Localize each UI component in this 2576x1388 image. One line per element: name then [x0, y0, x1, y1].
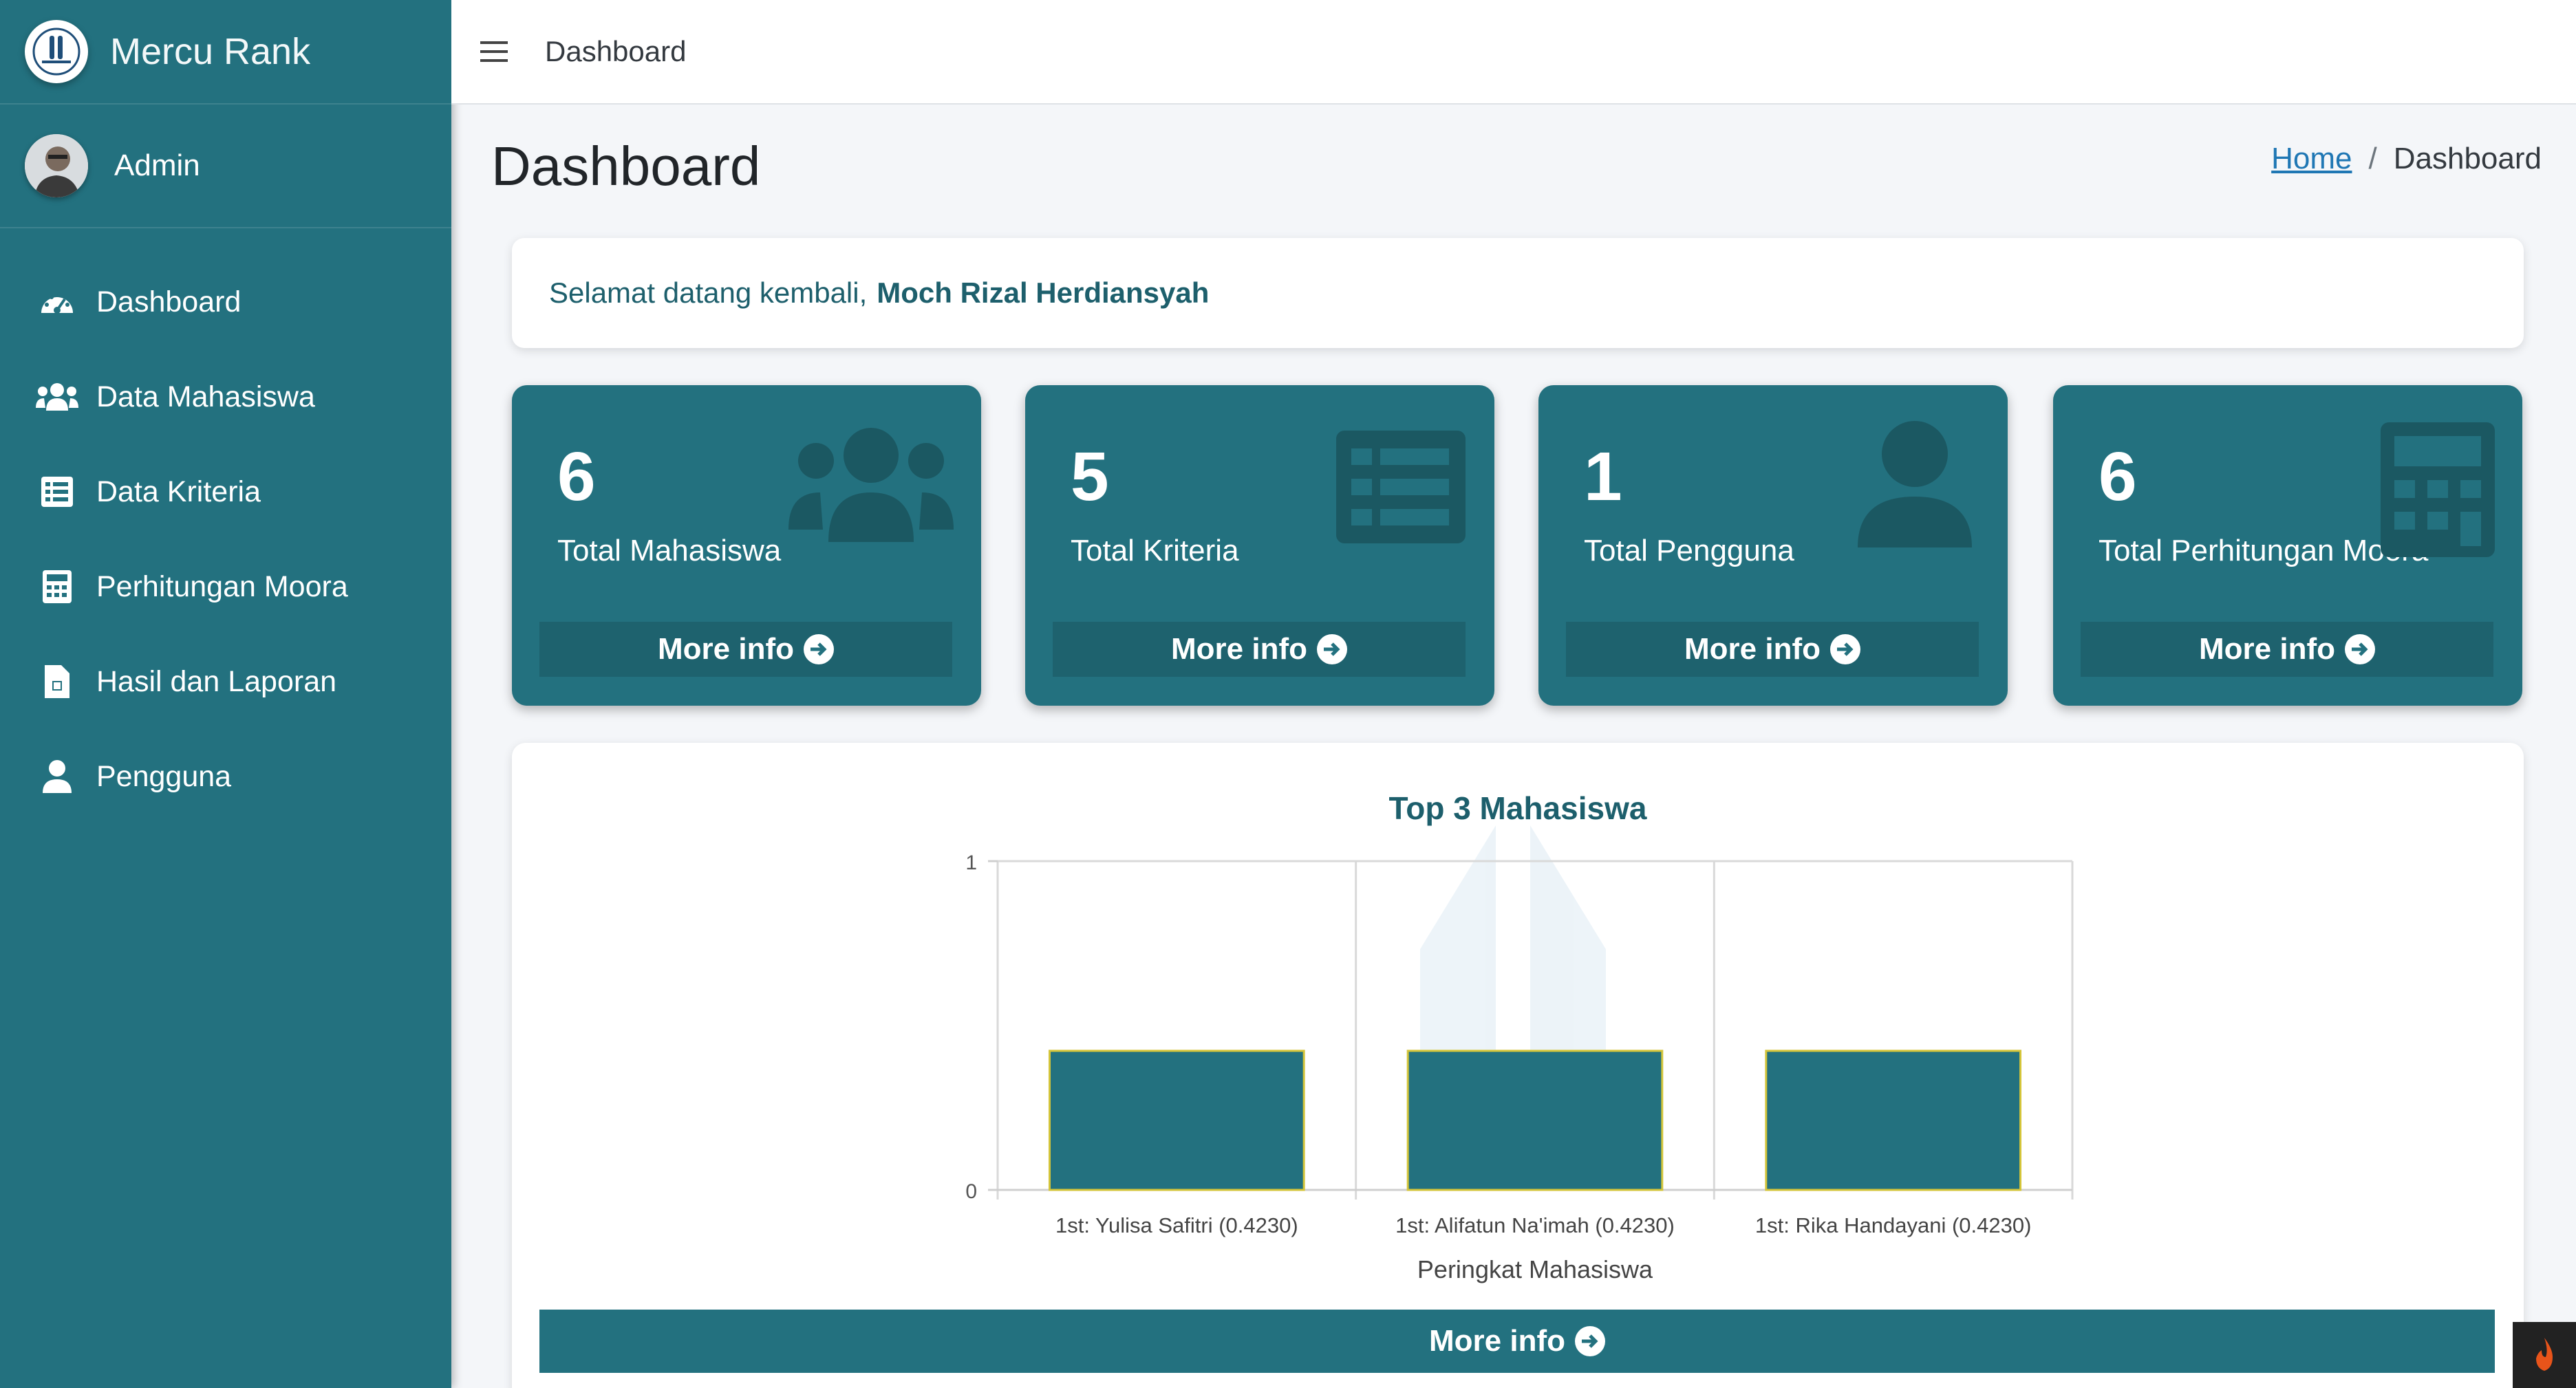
stat-label: Total Kriteria [1071, 534, 1239, 567]
avatar [25, 134, 88, 197]
chart-bar[interactable] [1048, 1050, 1305, 1191]
calculator-icon [2381, 422, 2495, 561]
more-info-button[interactable]: More info [2081, 622, 2493, 677]
chart-title: Top 3 Mahasiswa [1388, 790, 1647, 826]
arrow-circle-right-icon [2344, 634, 2375, 664]
sidebar-item-label: Perhitungan Moora [96, 570, 348, 603]
sidebar-item-dashboard[interactable]: Dashboard [0, 254, 451, 349]
stat-box-perhitungan-moora: 6 Total Perhitungan Moora More info [2053, 385, 2522, 706]
sidebar-nav: Dashboard Data Mahasiswa Data Kriteria P… [0, 254, 451, 824]
stat-box-mahasiswa: 6 Total Mahasiswa More info [512, 385, 981, 706]
more-info-label: More info [1429, 1324, 1565, 1358]
chart-more-info-button[interactable]: More info [539, 1310, 2495, 1373]
debug-toolbar-icon[interactable] [2513, 1322, 2576, 1388]
more-info-button[interactable]: More info [539, 622, 952, 677]
stat-label: Total Pengguna [1584, 534, 1794, 567]
stat-label: Total Mahasiswa [557, 534, 782, 567]
file-icon [36, 662, 78, 701]
sidebar-item-label: Data Mahasiswa [96, 380, 315, 413]
x-tick-label: 1st: Alifatun Na'imah (0.4230) [1395, 1213, 1675, 1237]
top-navbar: Dashboard [451, 0, 2576, 105]
breadcrumb-current: Dashboard [2393, 142, 2542, 175]
user-icon [36, 757, 78, 796]
welcome-prefix: Selamat datang kembali, [549, 276, 868, 309]
more-info-button[interactable]: More info [1566, 622, 1979, 677]
sidebar: Mercu Rank Admin Dashboard Data Mahasisw… [0, 0, 451, 1388]
stat-value: 6 [2099, 438, 2137, 515]
stat-box-kriteria: 5 Total Kriteria More info [1025, 385, 1494, 706]
sidebar-item-hasil-dan-laporan[interactable]: Hasil dan Laporan [0, 634, 451, 729]
list-icon [1336, 431, 1466, 547]
chart-bar[interactable] [1765, 1050, 2022, 1191]
header-title[interactable]: Dashboard [545, 35, 686, 68]
tachometer-icon [36, 283, 78, 321]
brand-text: Mercu Rank [110, 31, 311, 72]
stat-value: 5 [1071, 438, 1109, 515]
sidebar-item-data-kriteria[interactable]: Data Kriteria [0, 444, 451, 539]
stat-value: 1 [1584, 438, 1622, 515]
brand-link[interactable]: Mercu Rank [0, 0, 451, 105]
watermark-logo [1420, 825, 1606, 1052]
users-icon [36, 378, 78, 416]
x-axis-label: Peringkat Mahasiswa [1417, 1255, 1653, 1283]
sidebar-item-label: Dashboard [96, 285, 242, 318]
stat-label: Total Perhitungan Moora [2099, 534, 2429, 567]
breadcrumb-separator: / [2368, 142, 2377, 175]
more-info-label: More info [658, 632, 794, 666]
y-tick-label: 1 [965, 852, 977, 874]
stat-value: 6 [557, 438, 596, 515]
calculator-icon [36, 567, 78, 606]
more-info-label: More info [1684, 632, 1821, 666]
page-title: Dashboard [491, 135, 761, 197]
breadcrumb-home-link[interactable]: Home [2271, 142, 2352, 176]
sidebar-item-data-mahasiswa[interactable]: Data Mahasiswa [0, 349, 451, 444]
sidebar-item-perhitungan-moora[interactable]: Perhitungan Moora [0, 539, 451, 634]
top3-bar-chart: 0 1 1st: Yulisa Safitri (0.4230) 1st: Alifa… [965, 825, 2074, 1283]
more-info-label: More info [2199, 632, 2335, 666]
sidebar-item-label: Data Kriteria [96, 475, 261, 508]
user-panel[interactable]: Admin [0, 105, 451, 228]
sidebar-item-label: Hasil dan Laporan [96, 664, 337, 698]
hamburger-menu-icon[interactable] [466, 24, 522, 79]
user-icon [1856, 420, 1973, 552]
arrow-circle-right-icon [803, 634, 834, 664]
arrow-circle-right-icon [1316, 634, 1347, 664]
user-name: Admin [114, 149, 200, 182]
sidebar-item-label: Pengguna [96, 759, 232, 793]
more-info-button[interactable]: More info [1053, 622, 1466, 677]
list-icon [36, 473, 78, 511]
brand-logo [25, 20, 88, 83]
more-info-label: More info [1171, 632, 1307, 666]
users-icon [788, 426, 954, 547]
arrow-circle-right-icon [1574, 1326, 1605, 1356]
sidebar-item-pengguna[interactable]: Pengguna [0, 729, 451, 824]
stat-box-pengguna: 1 Total Pengguna More info [1538, 385, 2008, 706]
y-tick-label: 0 [965, 1180, 977, 1203]
x-tick-label: 1st: Rika Handayani (0.4230) [1755, 1213, 2032, 1237]
arrow-circle-right-icon [1829, 634, 1860, 664]
x-tick-label: 1st: Yulisa Safitri (0.4230) [1055, 1213, 1298, 1237]
chart-bar[interactable] [1406, 1050, 1664, 1191]
welcome-card: Selamat datang kembali, Moch Rizal Herdi… [512, 238, 2524, 348]
breadcrumb: Home / Dashboard [2271, 142, 2542, 176]
welcome-user-name: Moch Rizal Herdiansyah [877, 276, 1210, 309]
